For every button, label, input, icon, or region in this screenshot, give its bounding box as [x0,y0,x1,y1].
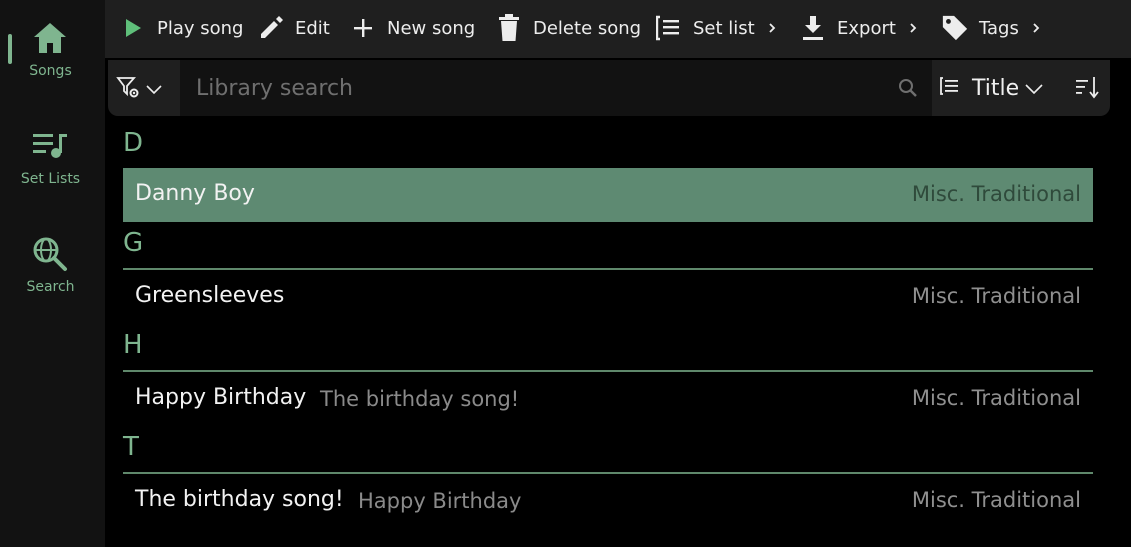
song-alternate-title: The birthday song! [320,387,520,411]
group-header: G [123,228,144,258]
delete-song-label: Delete song [533,17,642,39]
group-header: T [123,432,139,462]
playlist-music-icon [30,126,70,166]
sort-direction-button[interactable] [1074,74,1102,102]
list-bracket-icon [655,14,683,42]
search-icon[interactable] [898,78,918,98]
tags-menu-button[interactable]: Tags [941,12,1041,44]
filter-settings-icon [116,75,140,103]
plus-icon [349,14,377,42]
song-alternate-title: Happy Birthday [358,489,522,513]
sort-field-label: Title [972,75,1020,101]
list-bracket-icon [940,76,960,100]
edit-button[interactable]: Edit [257,12,330,44]
group-header: H [123,330,143,360]
download-icon [799,14,827,42]
song-artist: Misc. Traditional [911,182,1081,206]
song-row[interactable]: Danny Boy Misc. Traditional [123,168,1093,222]
play-song-label: Play song [157,17,244,39]
song-title: The birthday song! [135,487,344,512]
edit-label: Edit [295,17,330,39]
song-row[interactable]: Happy Birthday The birthday song! Misc. … [123,372,1093,426]
nav-rail: Songs Set Lists Search [0,0,105,547]
nav-item-songs[interactable]: Songs [0,0,105,90]
search-box [180,60,932,116]
globe-search-icon [30,234,70,274]
play-song-button[interactable]: Play song [119,12,243,44]
song-list: D Danny Boy Misc. Traditional G Greensle… [123,122,1093,528]
tags-label: Tags [979,17,1019,39]
song-title: Greensleeves [135,283,285,308]
home-icon [30,18,70,58]
song-row[interactable]: The birthday song! Happy Birthday Misc. … [123,474,1093,528]
chevron-right-icon [908,22,918,34]
set-list-label: Set list [693,17,755,39]
export-label: Export [837,17,896,39]
chevron-right-icon [767,22,777,34]
set-list-menu-button[interactable]: Set list [655,12,777,44]
play-icon [119,14,147,42]
filter-bar: Title [108,60,1110,116]
nav-label-set-lists: Set Lists [20,171,81,187]
active-indicator [8,34,12,64]
new-song-label: New song [387,17,476,39]
song-artist: Misc. Traditional [911,386,1081,410]
nav-label-songs: Songs [29,63,72,79]
delete-song-button[interactable]: Delete song [495,12,641,44]
toolbar: Play song Edit New song Delete song Set … [105,0,1131,58]
song-title: Happy Birthday [135,385,307,410]
group-header: D [123,128,144,158]
new-song-button[interactable]: New song [349,12,475,44]
filter-options-button[interactable] [116,74,176,104]
song-artist: Misc. Traditional [911,284,1081,308]
nav-item-set-lists[interactable]: Set Lists [0,108,105,198]
chevron-down-icon [1025,79,1043,98]
song-title: Danny Boy [135,181,255,206]
chevron-right-icon [1031,22,1041,34]
export-menu-button[interactable]: Export [799,12,918,44]
pencil-icon [257,14,285,42]
song-artist: Misc. Traditional [911,488,1081,512]
nav-label-search: Search [26,279,75,295]
song-row[interactable]: Greensleeves Misc. Traditional [123,270,1093,324]
nav-item-search[interactable]: Search [0,216,105,306]
chevron-down-icon [146,80,162,99]
sort-descending-icon [1074,77,1100,104]
tag-icon [941,14,969,42]
library-search-input[interactable] [180,60,880,116]
sort-field-select[interactable]: Title [940,72,1043,104]
trash-icon [495,14,523,42]
